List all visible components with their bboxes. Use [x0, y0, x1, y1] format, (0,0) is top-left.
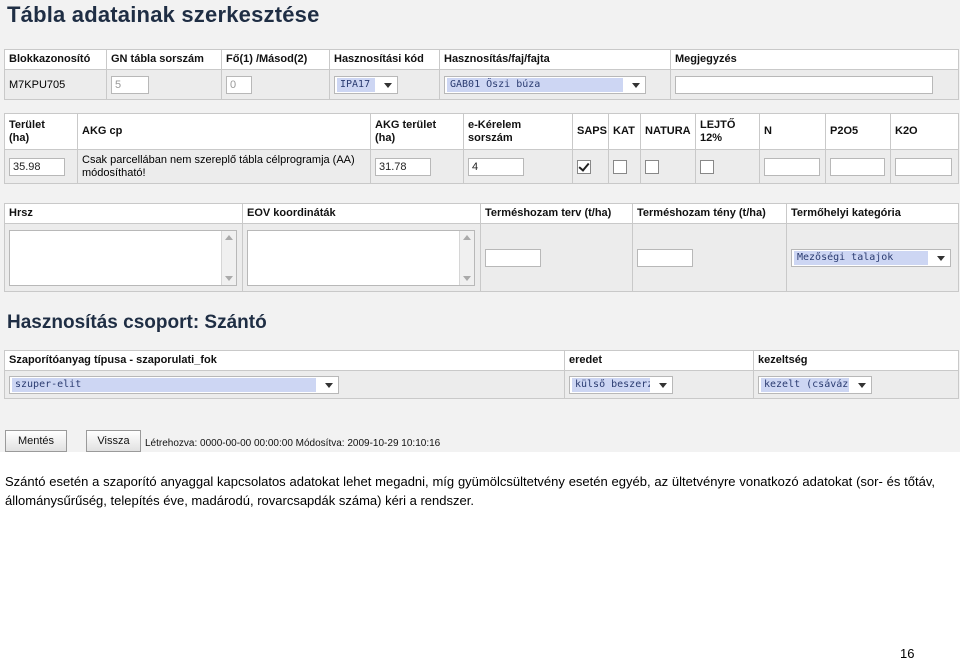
terulet-label: Terület	[9, 118, 45, 131]
group-title: Hasznosítás csoport: Szántó	[7, 312, 267, 333]
natura-checkbox[interactable]	[645, 159, 659, 174]
header-szaporito: Szaporítóanyag típusa - szaporulati_fok	[4, 350, 565, 371]
hozam-terv-field[interactable]	[485, 248, 541, 267]
gn-sorszam-field[interactable]: 5	[111, 75, 149, 94]
p2o5-field[interactable]	[830, 157, 885, 176]
scroll-up-icon[interactable]	[463, 234, 471, 240]
scroll-up-icon[interactable]	[225, 234, 233, 240]
table-row4: Szaporítóanyag típusa - szaporulati_fok …	[4, 350, 959, 399]
saps-checkbox[interactable]	[577, 159, 591, 174]
terulet-field[interactable]: 35.98	[9, 157, 65, 176]
timestamps: Létrehozva: 0000-00-00 00:00:00 Módosítv…	[145, 438, 441, 449]
table-row2: Terület (ha) AKG cp AKG terület (ha) e-Kér…	[4, 113, 959, 184]
header-hasznositas-faj: Hasznosítás/faj/fajta	[439, 49, 671, 70]
hasznositas-faj-value: GAB01 Őszi búza	[447, 77, 623, 92]
header-hozam-terv: Terméshozam terv (t/ha)	[480, 203, 633, 224]
megjegyzes-field[interactable]	[675, 75, 933, 94]
p2o5-label: P2O5	[825, 113, 891, 150]
chevron-down-icon	[632, 82, 640, 88]
lejto-checkbox[interactable]	[700, 159, 714, 174]
scroll-down-icon[interactable]	[225, 275, 233, 281]
back-button[interactable]: Vissza	[86, 430, 141, 452]
kezeltseg-select[interactable]: kezelt (csávázott)	[758, 375, 872, 394]
szaporito-select[interactable]: szuper-elit	[9, 375, 339, 394]
akg-terulet-label: AKG terület	[375, 118, 437, 131]
hrsz-textarea[interactable]	[9, 229, 237, 286]
eredet-select[interactable]: külső beszerzés	[569, 375, 673, 394]
eredet-value: külső beszerzés	[572, 377, 650, 392]
akg-cp-label: AKG cp	[77, 113, 371, 150]
form-screenshot: Tábla adatainak szerkesztése Blokkazonos…	[0, 0, 960, 452]
akg-terulet-field[interactable]: 31.78	[375, 157, 431, 176]
header-blokkazonosito: Blokkazonosító	[4, 49, 107, 70]
hasznositasi-kod-value: IPA17	[337, 77, 375, 92]
kezeltseg-value: kezelt (csávázott)	[761, 377, 849, 392]
termohelyi-select[interactable]: Mezőségi talajok	[791, 248, 951, 267]
fo-masod-field[interactable]: 0	[226, 75, 252, 94]
hasznositasi-kod-select[interactable]: IPA17	[334, 75, 398, 94]
header-hozam-teny: Terméshozam tény (t/ha)	[632, 203, 787, 224]
terulet-unit: (ha)	[9, 131, 30, 144]
header-eov: EOV koordináták	[242, 203, 481, 224]
scroll-down-icon[interactable]	[463, 275, 471, 281]
scrollbar[interactable]	[221, 230, 236, 285]
scrollbar[interactable]	[459, 230, 474, 285]
header-kezeltseg: kezeltség	[753, 350, 959, 371]
hozam-teny-field[interactable]	[637, 248, 693, 267]
table-row1: Blokkazonosító GN tábla sorszám Fő(1) /M…	[4, 49, 959, 100]
ekerelem-field[interactable]: 4	[468, 157, 524, 176]
header-termohelyi: Termőhelyi kategória	[786, 203, 959, 224]
lejto-unit: 12%	[700, 131, 723, 144]
chevron-down-icon	[659, 382, 667, 388]
page-title: Tábla adatainak szerkesztése	[7, 2, 320, 27]
k2o-field[interactable]	[895, 157, 952, 176]
lejto-label: LEJTŐ	[700, 118, 736, 131]
saps-label: SAPS	[572, 113, 609, 150]
chevron-down-icon	[937, 255, 945, 261]
k2o-label: K2O	[890, 113, 959, 150]
chevron-down-icon	[858, 382, 866, 388]
natura-label: NATURA	[640, 113, 696, 150]
save-button[interactable]: Mentés	[5, 430, 67, 452]
kat-label: KAT	[608, 113, 641, 150]
page-number: 16	[900, 646, 915, 661]
akg-terulet-unit: (ha)	[375, 131, 396, 144]
ekerelem-sub: sorszám	[468, 131, 513, 144]
table-row3: Hrsz EOV koordináták Terméshozam terv (t…	[4, 203, 959, 292]
header-eredet: eredet	[564, 350, 754, 371]
header-hasznositasi-kod: Hasznosítási kód	[329, 49, 440, 70]
body-paragraph: Szántó esetén a szaporító anyaggal kapcs…	[5, 474, 935, 508]
hasznositas-faj-select[interactable]: GAB01 Őszi búza	[444, 75, 646, 94]
chevron-down-icon	[325, 382, 333, 388]
blokk-id-value: M7KPU705	[4, 69, 107, 100]
header-megjegyzes: Megjegyzés	[670, 49, 959, 70]
header-hrsz: Hrsz	[4, 203, 243, 224]
chevron-down-icon	[384, 82, 392, 88]
szaporito-value: szuper-elit	[12, 377, 316, 392]
n-field[interactable]	[764, 157, 820, 176]
n-label: N	[759, 113, 826, 150]
akg-cp-note: Csak parcellában nem szereplő tábla célp…	[77, 149, 371, 184]
ekerelem-label: e-Kérelem	[468, 118, 522, 131]
eov-textarea[interactable]	[247, 229, 475, 286]
termohelyi-value: Mezőségi talajok	[794, 250, 928, 265]
header-gn-sorszam: GN tábla sorszám	[106, 49, 222, 70]
header-fo-masod: Fő(1) /Másod(2)	[221, 49, 330, 70]
kat-checkbox[interactable]	[613, 159, 627, 174]
